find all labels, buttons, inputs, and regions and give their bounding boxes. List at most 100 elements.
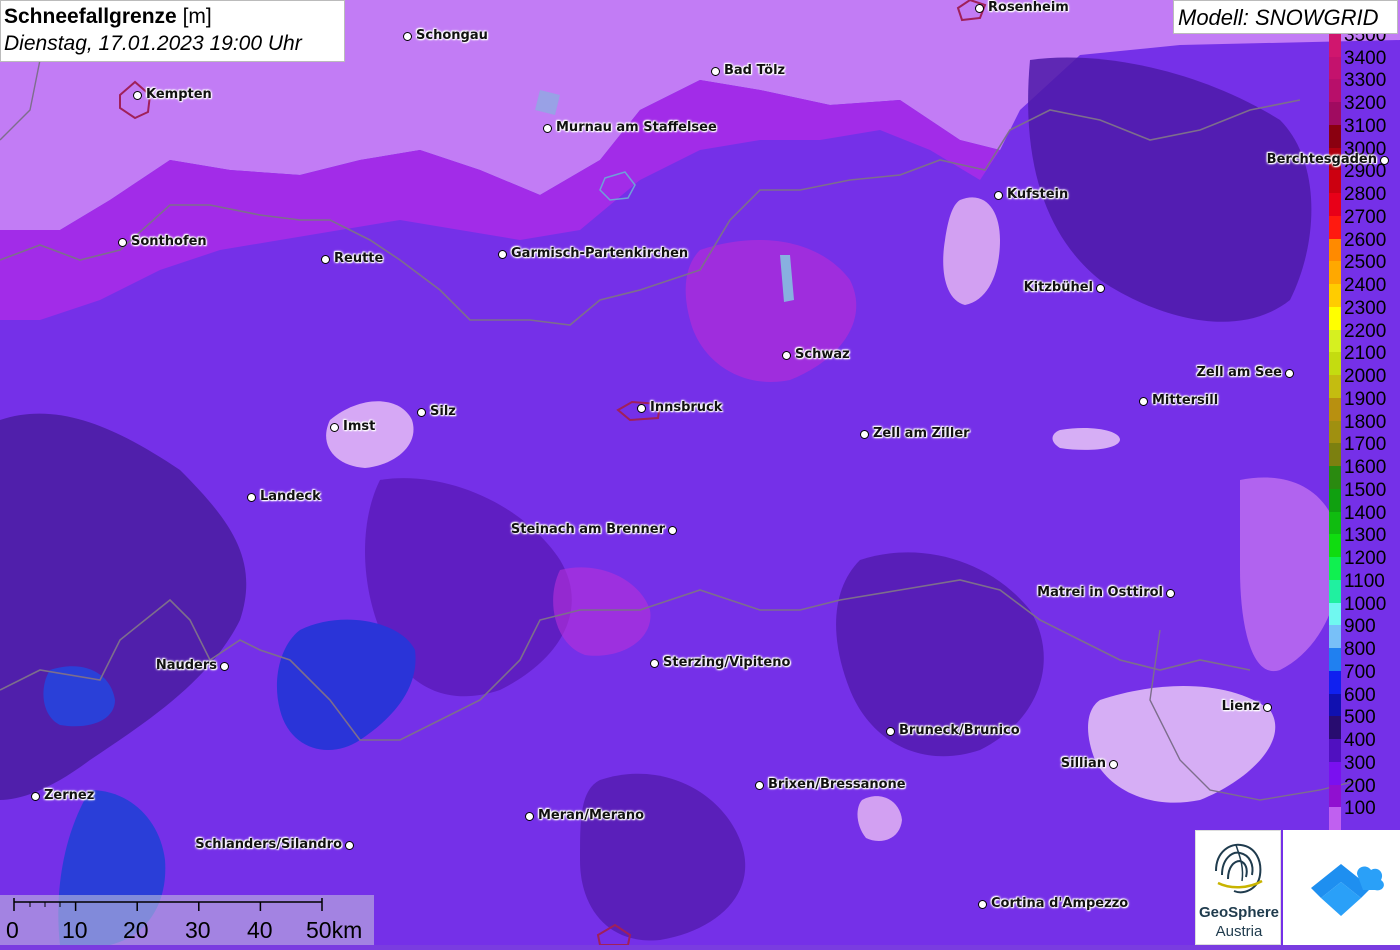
legend-row-400: 400	[1328, 729, 1400, 762]
city-label[interactable]: Zernez	[44, 788, 94, 803]
legend-label: 1800	[1344, 411, 1387, 433]
city-dot	[118, 238, 127, 247]
legend-label: 2000	[1344, 366, 1387, 388]
city-dot	[543, 124, 552, 133]
city-label[interactable]: Schlanders/Silandro	[195, 837, 342, 852]
title-unit: [m]	[182, 5, 212, 28]
city-dot	[345, 841, 354, 850]
legend-row-1400: 1400	[1328, 502, 1400, 535]
legend-label: 2500	[1344, 252, 1387, 274]
city-label[interactable]: Kufstein	[1007, 187, 1068, 202]
geosphere-logo[interactable]: GeoSphere Austria	[1195, 830, 1281, 945]
city-label[interactable]: Zell am Ziller	[873, 426, 970, 441]
city-label[interactable]: Cortina d'Ampezzo	[991, 896, 1128, 911]
legend-label: 3300	[1344, 70, 1387, 92]
legend-label: 400	[1344, 730, 1376, 752]
city-label[interactable]: Schwaz	[795, 347, 850, 362]
city-label[interactable]: Zell am See	[1196, 365, 1282, 380]
city-dot	[650, 659, 659, 668]
city-dot	[994, 191, 1003, 200]
city-dot	[978, 900, 987, 909]
legend-row-900: 900	[1328, 615, 1400, 649]
legend-label: 2700	[1344, 206, 1387, 228]
scale-label-0: 0	[6, 917, 19, 943]
city-dot	[417, 408, 426, 417]
city-dot	[1380, 156, 1389, 165]
legend-row-1500: 1500	[1328, 479, 1400, 512]
city-label[interactable]: Nauders	[156, 658, 217, 673]
map-datetime: Dienstag, 17.01.2023 19:00 Uhr	[4, 32, 302, 55]
legend-label: 1700	[1344, 434, 1387, 456]
city-label[interactable]: Sterzing/Vipiteno	[663, 655, 790, 670]
city-label[interactable]: Innsbruck	[650, 400, 722, 415]
city-dot	[1096, 284, 1105, 293]
legend-label: 1300	[1344, 525, 1387, 547]
legend-row-1300: 1300	[1328, 524, 1400, 558]
snowfall-map[interactable]	[0, 0, 1400, 945]
geosphere-line2: Austria	[1215, 923, 1263, 940]
city-label[interactable]: Brixen/Bressanone	[768, 777, 906, 792]
city-label[interactable]: Meran/Merano	[538, 808, 644, 823]
city-label[interactable]: Silz	[430, 404, 456, 419]
legend-row-2200: 2200	[1328, 320, 1400, 353]
city-label[interactable]: Imst	[343, 419, 375, 434]
city-label[interactable]: Reutte	[334, 251, 383, 266]
legend-label: 1900	[1344, 388, 1387, 410]
legend-label: 500	[1344, 707, 1376, 729]
city-label[interactable]: Kempten	[146, 87, 212, 102]
legend-row-2600: 2600	[1328, 229, 1400, 262]
legend-label: 3200	[1344, 93, 1387, 115]
legend-row-2700: 2700	[1328, 206, 1400, 239]
city-label[interactable]: Berchtesgaden	[1267, 152, 1377, 167]
city-dot	[330, 423, 339, 432]
city-label[interactable]: Steinach am Brenner	[511, 522, 665, 537]
city-label[interactable]: Kitzbühel	[1024, 280, 1093, 295]
title-main: Schneefallgrenze	[4, 5, 177, 28]
legend-row-3100: 3100	[1328, 115, 1400, 148]
legend-row-1200: 1200	[1328, 547, 1400, 580]
legend-row-600: 600	[1328, 684, 1400, 717]
city-dot	[403, 32, 412, 41]
legend-label: 1400	[1344, 502, 1387, 524]
city-label[interactable]: Bad Tölz	[724, 63, 785, 78]
city-label[interactable]: Rosenheim	[988, 0, 1069, 15]
scale-label-40: 40	[247, 917, 273, 943]
city-label[interactable]: Schongau	[416, 28, 488, 43]
weather-app-logo[interactable]	[1283, 830, 1400, 945]
city-dot	[498, 250, 507, 259]
legend-row-1800: 1800	[1328, 411, 1400, 444]
city-label[interactable]: Garmisch-Partenkirchen	[511, 246, 688, 261]
city-dot	[1166, 589, 1175, 598]
city-label[interactable]: Murnau am Staffelsee	[556, 120, 717, 135]
city-label[interactable]: Bruneck/Brunico	[899, 723, 1020, 738]
legend-label: 1600	[1344, 457, 1387, 479]
cloud-arrow-icon	[1311, 864, 1384, 916]
legend-label: 3100	[1344, 115, 1387, 137]
city-dot	[1139, 397, 1148, 406]
legend-label: 2100	[1344, 343, 1387, 365]
legend-row-300: 300	[1328, 752, 1400, 785]
city-label[interactable]: Mittersill	[1152, 393, 1218, 408]
city-dot	[133, 91, 142, 100]
legend-row-3300: 3300	[1328, 69, 1400, 103]
city-label[interactable]: Matrei in Osttirol	[1037, 585, 1163, 600]
city-label[interactable]: Sillian	[1061, 756, 1106, 771]
city-dot	[321, 255, 330, 264]
legend-row-2500: 2500	[1328, 251, 1400, 285]
legend-row-100: 100	[1328, 797, 1400, 830]
legend-label: 900	[1344, 616, 1376, 638]
legend-row-1900: 1900	[1328, 388, 1400, 421]
legend-label: 1200	[1344, 548, 1387, 570]
city-label[interactable]: Lienz	[1222, 699, 1260, 714]
legend-label: 700	[1344, 661, 1376, 683]
city-dot	[711, 67, 720, 76]
legend-row-2100: 2100	[1328, 342, 1400, 376]
city-label[interactable]: Sonthofen	[131, 234, 207, 249]
legend-label: 3400	[1344, 47, 1387, 69]
legend-label: 1100	[1344, 570, 1385, 592]
city-label[interactable]: Landeck	[260, 489, 321, 504]
legend-label: 2400	[1344, 275, 1387, 297]
legend-label: 200	[1344, 775, 1376, 797]
city-dot	[31, 792, 40, 801]
city-dot	[525, 812, 534, 821]
